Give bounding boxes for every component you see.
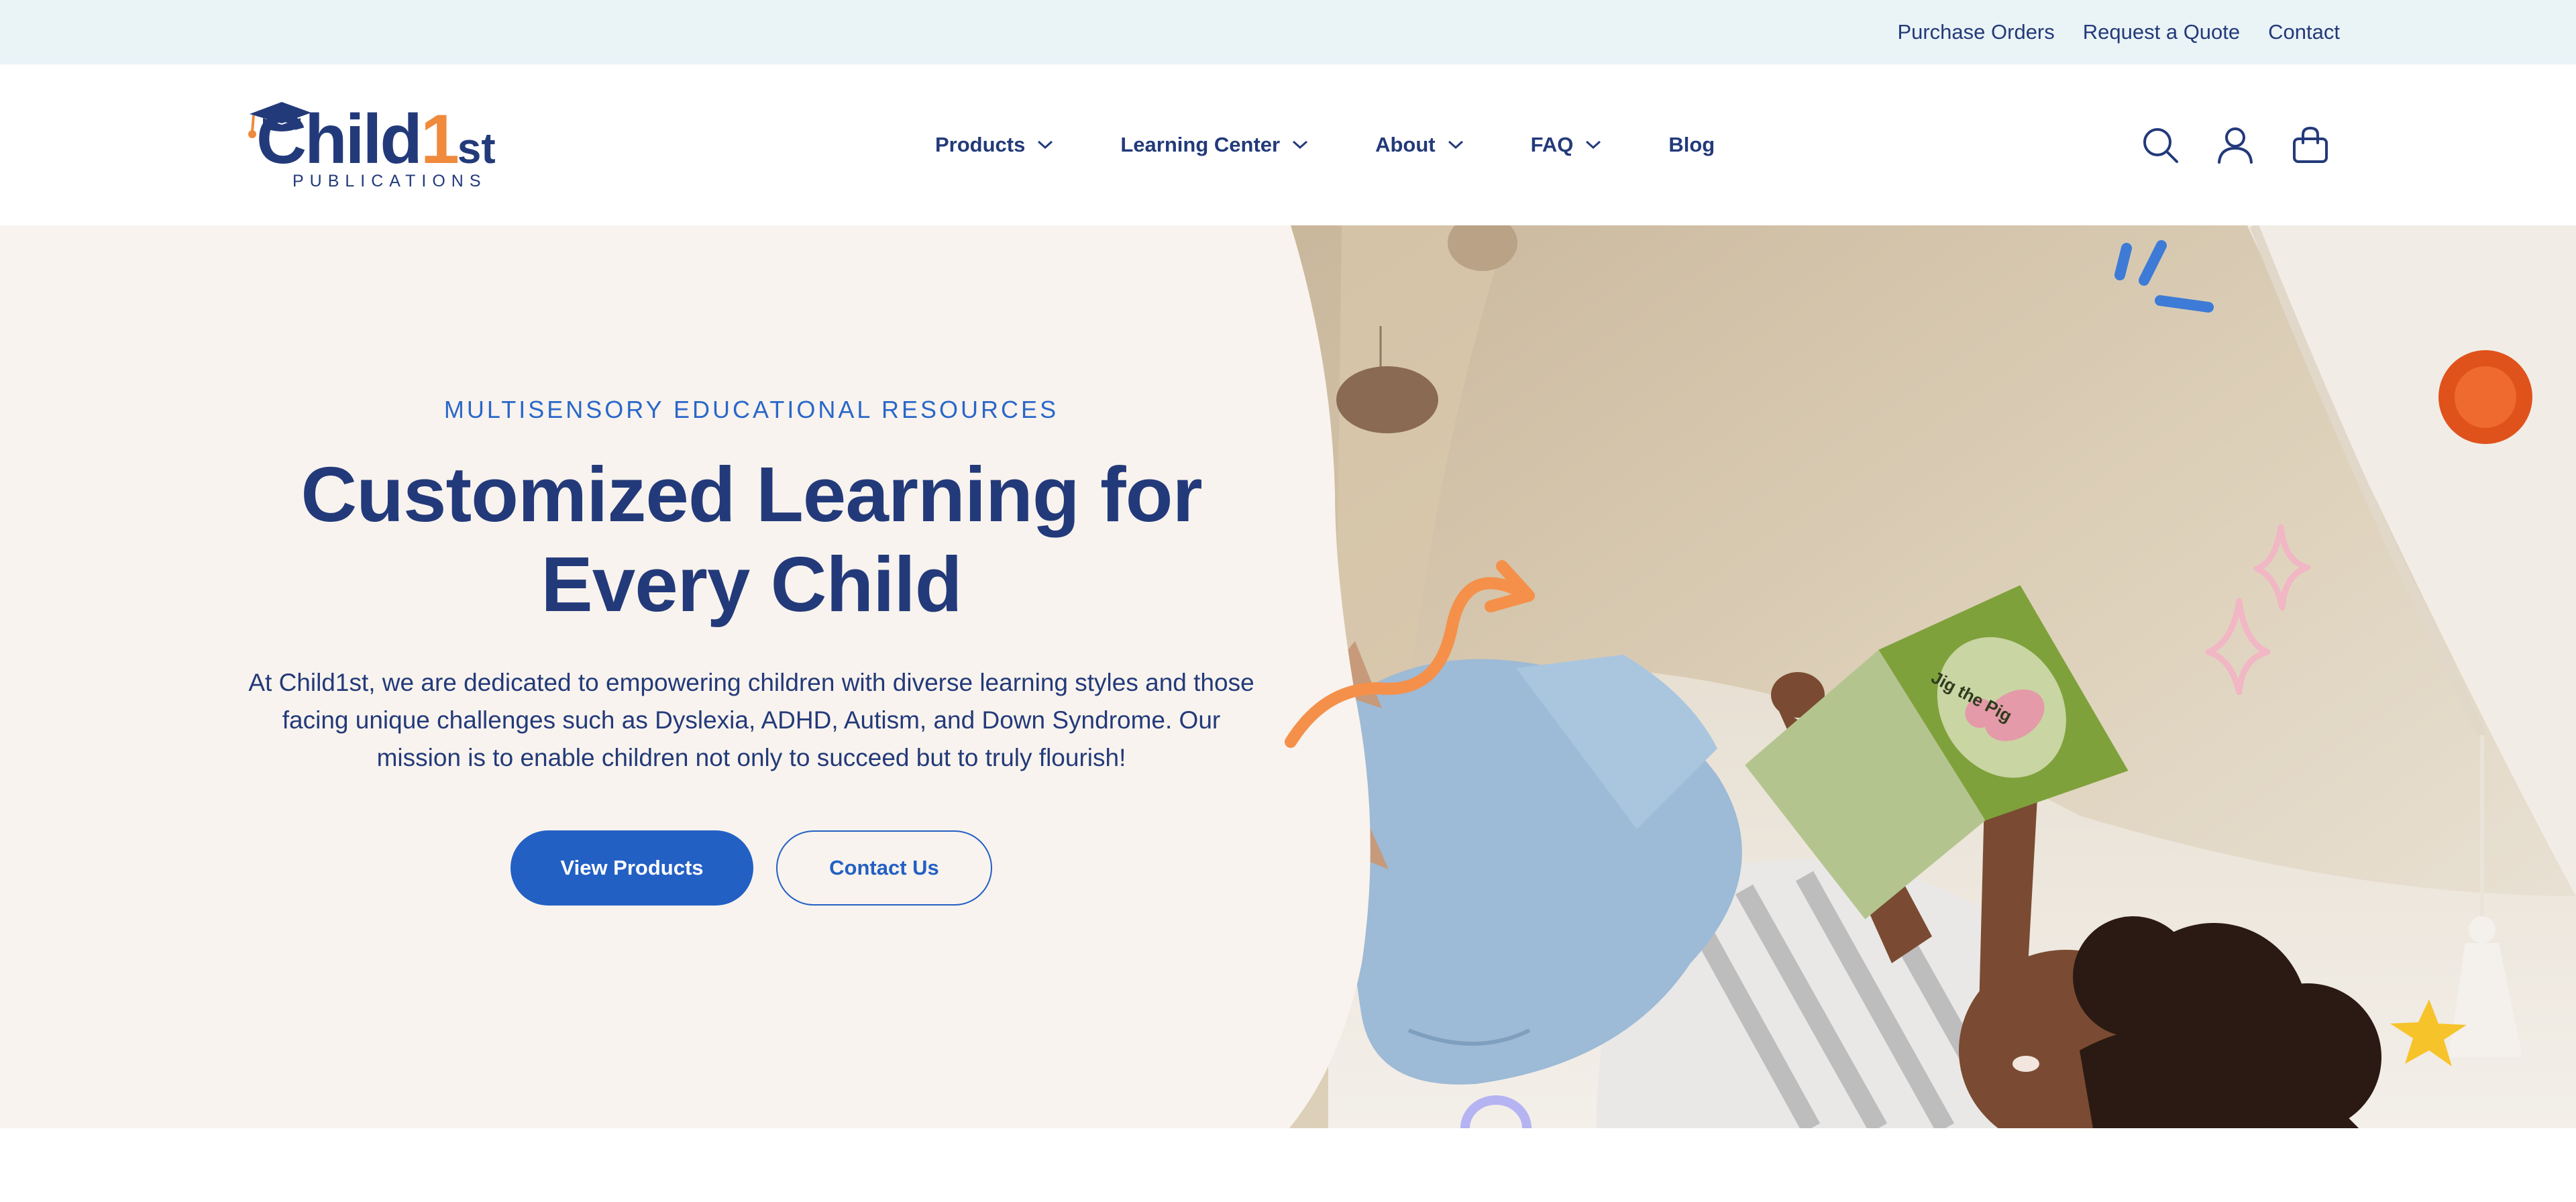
purple-circle-icon: [1460, 1095, 1532, 1128]
utility-links: Purchase Orders Request a Quote Contact: [1897, 0, 2340, 64]
nav-item-label: Products: [935, 133, 1026, 156]
hero-title-line2: Every Child: [541, 541, 962, 628]
nav-item-label: Blog: [1668, 133, 1715, 156]
site-logo[interactable]: Child1st PUBLICATIONS: [244, 101, 513, 195]
nav-item-learning-center[interactable]: Learning Center: [1120, 133, 1308, 157]
header-actions: [2140, 64, 2330, 225]
hero-eyebrow: MULTISENSORY EDUCATIONAL RESOURCES: [443, 396, 1059, 423]
logo-subtitle: PUBLICATIONS: [292, 172, 487, 190]
orange-squiggle-icon: [1285, 560, 1535, 748]
contact-link[interactable]: Contact: [2268, 20, 2340, 44]
chevron-down-icon: [1037, 140, 1053, 150]
hero-description: At Child1st, we are dedicated to empower…: [248, 669, 1254, 771]
hero-title-line1: Customized Learning for: [301, 451, 1202, 538]
nav-item-label: FAQ: [1530, 133, 1574, 156]
purchase-orders-link[interactable]: Purchase Orders: [1897, 20, 2054, 44]
nav-item-faq[interactable]: FAQ: [1531, 133, 1602, 157]
chevron-down-icon: [1292, 140, 1308, 150]
hero-content: MULTISENSORY EDUCATIONAL RESOURCES Custo…: [213, 396, 1289, 906]
site-header: Child1st PUBLICATIONS Products Learning …: [0, 64, 2576, 225]
nav-item-about[interactable]: About: [1375, 133, 1464, 157]
nav-item-blog[interactable]: Blog: [1668, 133, 1715, 157]
nav-item-label: About: [1375, 133, 1436, 156]
pink-sparkle-icon: [2205, 524, 2311, 695]
nav-item-label: Learning Center: [1120, 133, 1281, 156]
request-quote-link[interactable]: Request a Quote: [2083, 20, 2240, 44]
blue-dash-icon: [2114, 240, 2214, 313]
cart-icon[interactable]: [2290, 125, 2330, 165]
nav-item-products[interactable]: Products: [935, 133, 1053, 157]
search-icon[interactable]: [2140, 125, 2180, 165]
hero-section: Jig the Pig MULTISENSORY EDUCATIONAL RES…: [0, 225, 2576, 1128]
chevron-down-icon: [1585, 140, 1601, 150]
account-icon[interactable]: [2215, 125, 2255, 165]
main-nav: Products Learning Center About FAQ Blog: [935, 64, 1715, 225]
view-products-button[interactable]: View Products: [511, 830, 753, 906]
logo-wordmark: Child1st: [256, 101, 496, 178]
chevron-down-icon: [1448, 140, 1464, 150]
hero-buttons: View Products Contact Us: [213, 830, 1289, 906]
hero-title: Customized Learning for Every Child: [213, 449, 1289, 629]
yellow-star-icon: [2390, 999, 2467, 1067]
utility-bar: Purchase Orders Request a Quote Contact: [0, 0, 2576, 64]
contact-us-button[interactable]: Contact Us: [776, 830, 992, 906]
